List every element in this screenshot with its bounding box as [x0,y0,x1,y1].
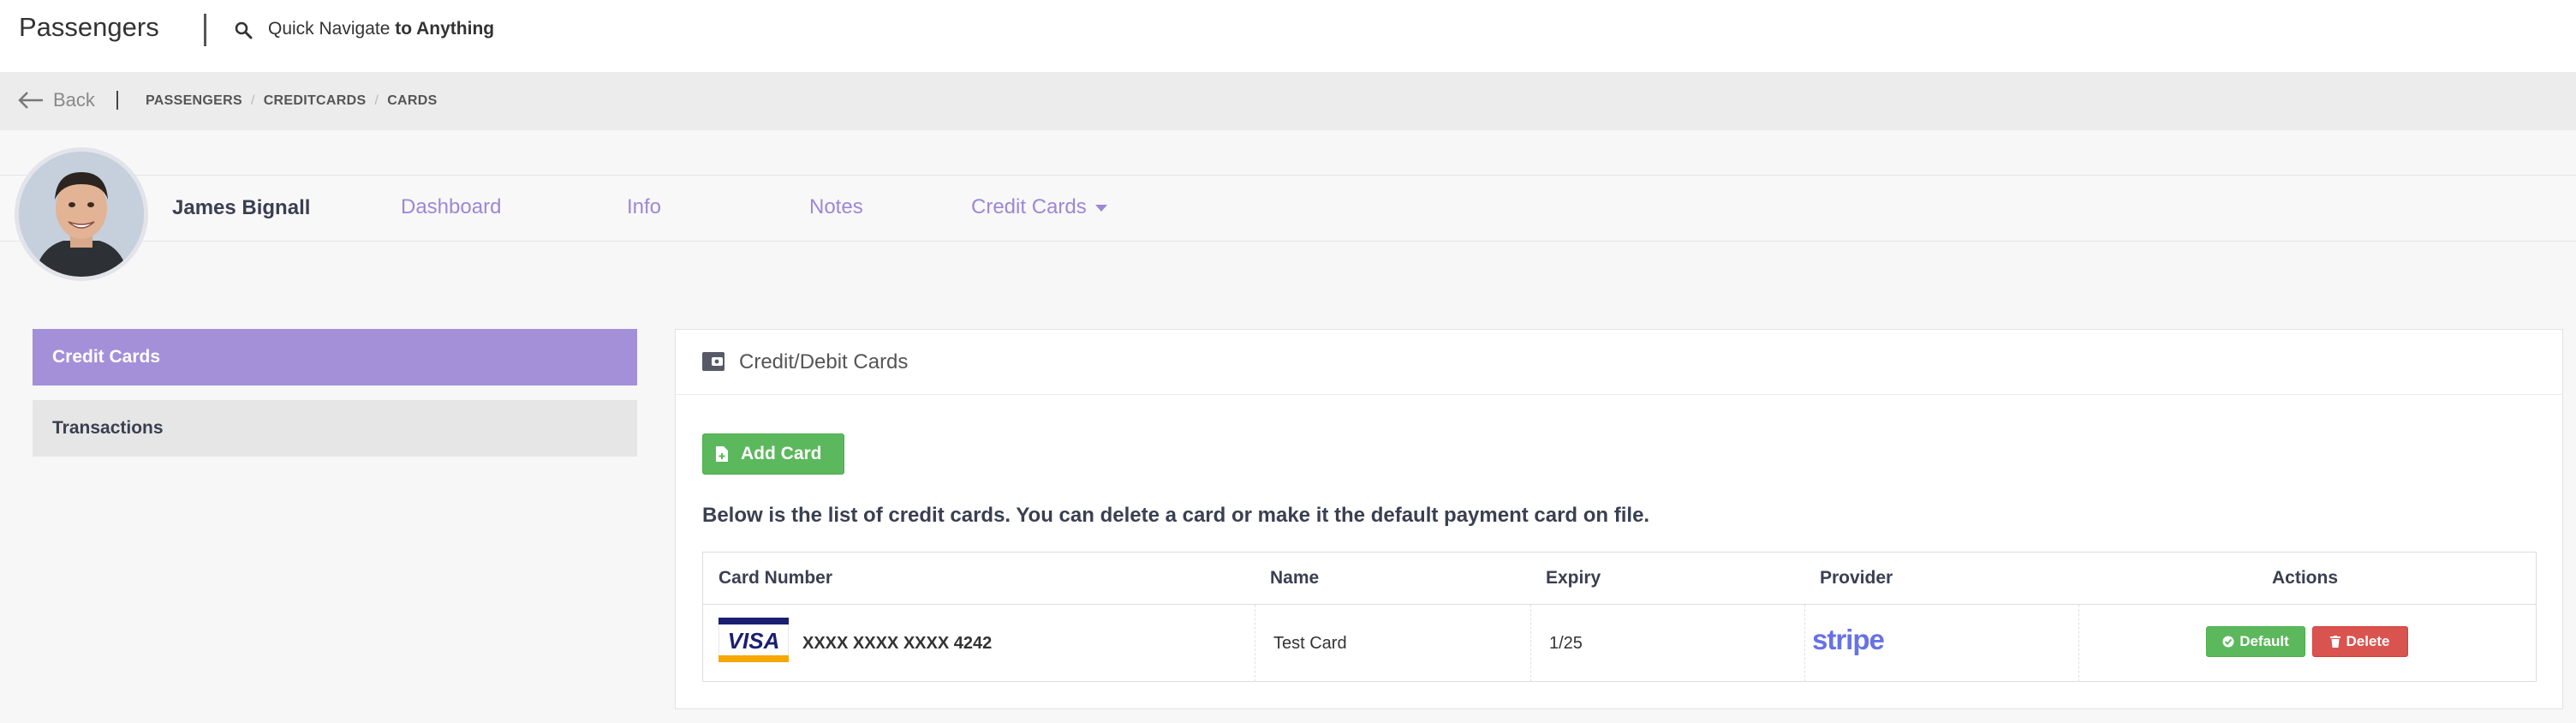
make-default-button[interactable]: Default [2206,626,2305,657]
breadcrumb-item-passengers[interactable]: PASSENGERS [146,93,242,109]
avatar [15,147,148,281]
visa-logo-text: VISA [728,628,780,654]
cards-panel: Credit/Debit Cards Add Card Below is the… [675,329,2563,709]
trash-icon [2330,636,2341,648]
back-arrow-icon[interactable] [17,89,45,111]
tab-credit-cards-label: Credit Cards [971,195,1087,218]
column-divider [1530,605,1531,682]
back-button[interactable]: Back [53,89,95,111]
breadcrumb-separator: / [374,93,379,108]
add-card-button[interactable]: Add Card [702,433,844,475]
visa-card-icon: VISA [719,618,789,662]
tab-info[interactable]: Info [627,195,661,219]
top-bar: Passengers Quick Navigate to Anything [0,0,2576,72]
tab-credit-cards-dropdown[interactable]: Credit Cards [971,195,1107,219]
profile-bar [0,175,2576,242]
check-circle-icon [2222,636,2234,648]
panel-header: Credit/Debit Cards [676,330,2562,395]
breadcrumb-separator: / [250,93,255,108]
avatar-image [19,152,144,277]
breadcrumb-divider [116,91,118,110]
stripe-logo: stripe [1812,624,1885,655]
cards-table: Card Number Name Expiry Provider Actions… [702,552,2537,682]
column-header-card-number: Card Number [719,568,833,588]
panel-title: Credit/Debit Cards [739,350,909,373]
breadcrumb-bar: Back PASSENGERS / CREDITCARDS / CARDS [0,72,2576,130]
card-expiry: 1/25 [1549,634,1583,653]
quick-navigate-search[interactable]: Quick Navigate to Anything [268,19,494,39]
add-card-label: Add Card [741,444,822,463]
sidebar-item-transactions[interactable]: Transactions [33,400,637,457]
column-header-actions: Actions [2272,568,2339,588]
search-suffix: to Anything [395,19,495,39]
breadcrumb-item-cards: CARDS [387,93,438,108]
sidebar-item-credit-cards[interactable]: Credit Cards [33,329,637,385]
cards-info-text: Below is the list of credit cards. You c… [702,504,1650,527]
file-add-icon [716,446,728,462]
top-divider [204,14,206,46]
search-icon[interactable] [233,19,253,41]
breadcrumb: PASSENGERS / CREDITCARDS / CARDS [146,93,438,109]
search-prefix: Quick Navigate [268,19,396,39]
delete-card-button[interactable]: Delete [2312,626,2408,657]
card-number: XXXX XXXX XXXX 4242 [802,634,993,653]
breadcrumb-item-creditcards[interactable]: CREDITCARDS [264,93,367,109]
tab-notes[interactable]: Notes [809,195,863,219]
column-header-provider: Provider [1820,568,1893,588]
column-header-name: Name [1270,568,1320,588]
app-title: Passengers [19,12,159,42]
delete-label: Delete [2346,633,2390,649]
column-divider [2078,605,2079,682]
column-divider [1804,605,1805,682]
caret-down-icon [1094,204,1107,212]
default-label: Default [2239,633,2289,649]
tab-dashboard[interactable]: Dashboard [401,195,501,219]
card-name: Test Card [1273,634,1347,653]
profile-name: James Bignall [172,196,311,219]
column-header-expiry: Expiry [1546,568,1601,588]
wallet-icon [702,352,724,371]
